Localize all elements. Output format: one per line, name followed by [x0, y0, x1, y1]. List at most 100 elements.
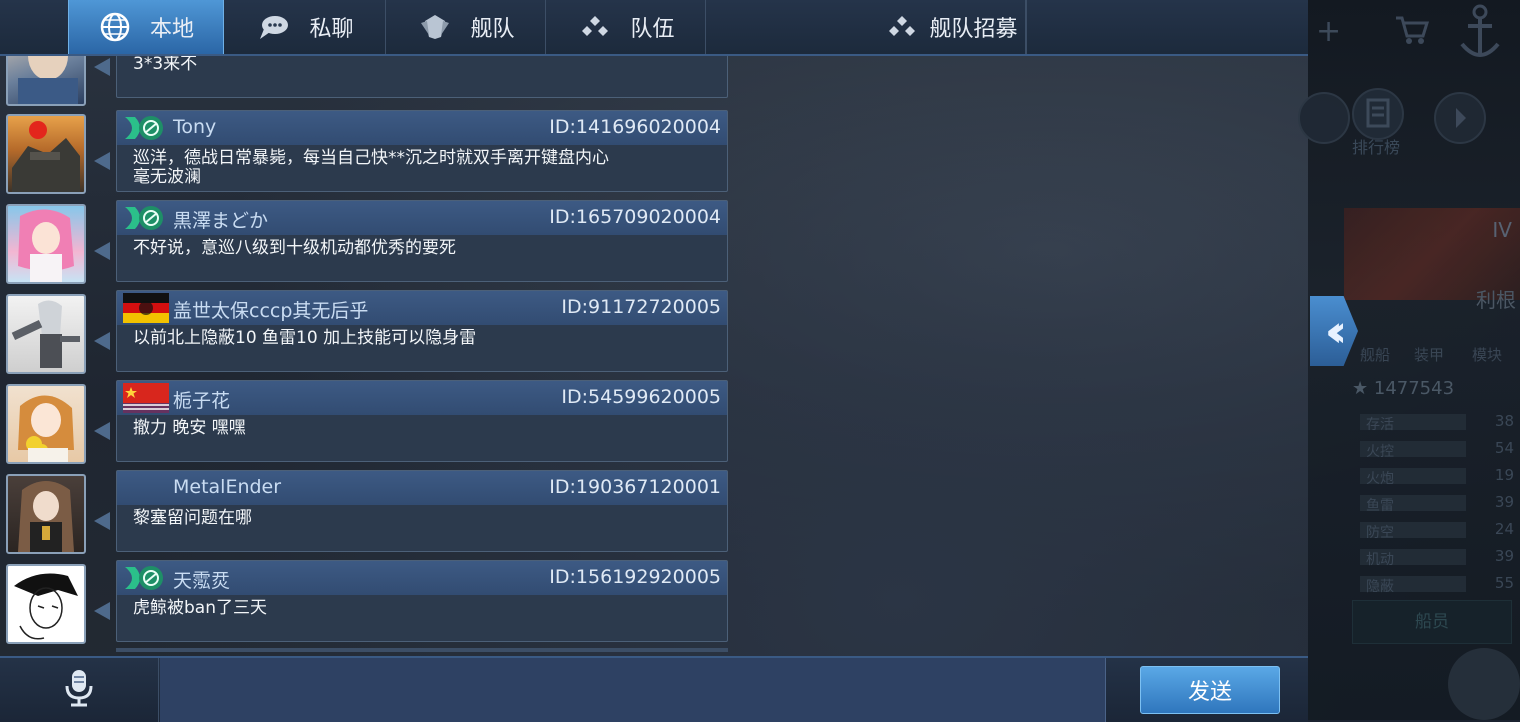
next-message-edge	[116, 648, 728, 652]
stat-row: 隐蔽 55	[1352, 574, 1520, 595]
message-bubble: 栀子花 ID:54599620005 撤力 晚安 嘿嘿	[116, 380, 728, 462]
avatar[interactable]	[6, 474, 86, 554]
china-flag-icon	[123, 383, 169, 413]
stat-value: 55	[1494, 574, 1514, 592]
chat-message: 盖世太保cccp其无后乎 ID:91172720005 以前北上隐蔽10 鱼雷1…	[0, 290, 728, 374]
tab-team-label: 队伍	[630, 17, 675, 42]
sender-name[interactable]: 栀子花	[173, 386, 230, 413]
sender-name[interactable]: 黒澤まどか	[173, 206, 268, 233]
fleet-shield-icon	[418, 10, 452, 44]
ship-name: 利根	[1476, 288, 1516, 312]
message-header: MetalEnder ID:190367120001	[117, 471, 727, 505]
chat-input-bar: 发送	[0, 656, 1308, 722]
next-arrow-button[interactable]	[1434, 92, 1486, 144]
bubble-pointer	[94, 512, 110, 530]
tab-fleet-label: 舰队	[470, 17, 515, 42]
tab-private[interactable]: 私聊	[226, 0, 386, 54]
chat-tab-bar: 本地 私聊 舰队 队伍 舰队招募	[0, 0, 1308, 56]
chat-message: 栀子花 ID:54599620005 撤力 晚安 嘿嘿	[0, 380, 728, 464]
tab-fleet-recruit[interactable]: 舰队招募	[708, 0, 1026, 54]
stat-name: 火控	[1366, 444, 1394, 460]
message-bubble: 黒澤まどか ID:165709020004 不好说，意巡八级到十级机动都优秀的要…	[116, 200, 728, 282]
tab-local[interactable]: 本地	[68, 0, 224, 54]
bubble-pointer	[94, 422, 110, 440]
stat-row: 火炮 19	[1352, 466, 1520, 487]
bubble-pointer	[94, 332, 110, 350]
stat-name: 机动	[1366, 552, 1394, 568]
sender-name[interactable]: MetalEnder	[173, 476, 281, 498]
sender-id: ID:91172720005	[561, 296, 721, 318]
send-button[interactable]: 发送	[1140, 666, 1280, 714]
side-round-button[interactable]	[1298, 92, 1350, 144]
message-bubble: 3*3来不	[116, 56, 728, 98]
stat-name: 火炮	[1366, 471, 1394, 487]
crew-button[interactable]: 船员	[1352, 600, 1512, 644]
star-icon: ★	[1352, 378, 1369, 399]
sender-name[interactable]: 盖世太保cccp其无后乎	[173, 296, 368, 323]
message-text: 撤力 晚安 嘿嘿	[133, 418, 246, 438]
plus-icon[interactable]: +	[1316, 14, 1341, 49]
message-text: 3*3来不	[133, 56, 198, 74]
side-tab-ship[interactable]: 舰船	[1360, 344, 1390, 365]
team-dots-icon	[885, 10, 919, 44]
fleet-emblem-icon	[123, 113, 169, 143]
message-bubble: 盖世太保cccp其无后乎 ID:91172720005 以前北上隐蔽10 鱼雷1…	[116, 290, 728, 372]
anchor-icon[interactable]	[1458, 4, 1502, 72]
tab-local-label: 本地	[149, 17, 194, 42]
message-bubble: MetalEnder ID:190367120001 黎塞留问题在哪	[116, 470, 728, 552]
message-bubble: Tony ID:141696020004 巡洋，德战日常暴毙，每当自己快**沉之…	[116, 110, 728, 192]
sender-id: ID:156192920005	[549, 566, 721, 588]
shop-cart-icon[interactable]	[1394, 14, 1430, 54]
team-dots-icon	[578, 10, 612, 44]
chat-message-list[interactable]: 3*3来不 Tony ID:141696020004 巡洋，德战日常暴毙，每当自…	[0, 56, 728, 652]
tab-fleet[interactable]: 舰队	[388, 0, 546, 54]
message-text: 不好说，意巡八级到十级机动都优秀的要死	[133, 238, 456, 258]
voice-input-button[interactable]	[0, 658, 159, 722]
side-tab-module[interactable]: 模块	[1472, 344, 1502, 365]
stat-value: 19	[1494, 466, 1514, 484]
tab-bar-filler	[1026, 0, 1309, 54]
leaderboard-label: 排行榜	[1352, 138, 1401, 157]
stat-value: 38	[1494, 412, 1514, 430]
stat-name: 隐蔽	[1366, 579, 1394, 595]
chat-text-input[interactable]	[160, 658, 1106, 722]
avatar[interactable]	[6, 294, 86, 374]
tab-private-label: 私聊	[309, 17, 354, 42]
stat-name: 存活	[1366, 417, 1394, 433]
globe-icon	[98, 10, 132, 44]
stat-value: 39	[1494, 547, 1514, 565]
avatar[interactable]	[6, 384, 86, 464]
leaderboard-button[interactable]	[1352, 88, 1404, 140]
german-flag-icon	[123, 293, 169, 323]
avatar[interactable]	[6, 204, 86, 284]
bubble-pointer	[94, 152, 110, 170]
message-header: 黒澤まどか ID:165709020004	[117, 201, 727, 235]
stat-row: 存活 38	[1352, 412, 1520, 433]
stat-value: 39	[1494, 493, 1514, 511]
bubble-pointer	[94, 58, 110, 76]
sender-id: ID:190367120001	[549, 476, 721, 498]
stat-name: 鱼雷	[1366, 498, 1394, 514]
captain-avatar[interactable]	[1448, 648, 1520, 720]
message-text: 巡洋，德战日常暴毙，每当自己快**沉之时就双手离开键盘内心 毫无波澜	[133, 148, 609, 187]
avatar[interactable]	[6, 114, 86, 194]
sender-name[interactable]: Tony	[173, 116, 216, 138]
bubble-pointer	[94, 602, 110, 620]
message-header: Tony ID:141696020004	[117, 111, 727, 145]
ship-score-value: 1477543	[1373, 378, 1455, 399]
avatar[interactable]	[6, 564, 86, 644]
sender-name[interactable]: 天霐烎	[173, 566, 230, 593]
chat-message: 黒澤まどか ID:165709020004 不好说，意巡八级到十级机动都优秀的要…	[0, 200, 728, 284]
ship-score: ★ 1477543	[1352, 378, 1454, 399]
fleet-emblem-icon	[123, 563, 169, 593]
chat-message: 天霐烎 ID:156192920005 虎鲸被ban了三天	[0, 560, 728, 644]
chat-message: MetalEnder ID:190367120001 黎塞留问题在哪	[0, 470, 728, 554]
message-text: 虎鲸被ban了三天	[133, 598, 267, 618]
side-tab-armor[interactable]: 装甲	[1414, 344, 1444, 365]
sender-id: ID:165709020004	[549, 206, 721, 228]
message-header: 盖世太保cccp其无后乎 ID:91172720005	[117, 291, 727, 325]
tab-team[interactable]: 队伍	[548, 0, 706, 54]
avatar[interactable]	[6, 56, 86, 106]
stat-row: 火控 54	[1352, 439, 1520, 460]
stat-row: 防空 24	[1352, 520, 1520, 541]
